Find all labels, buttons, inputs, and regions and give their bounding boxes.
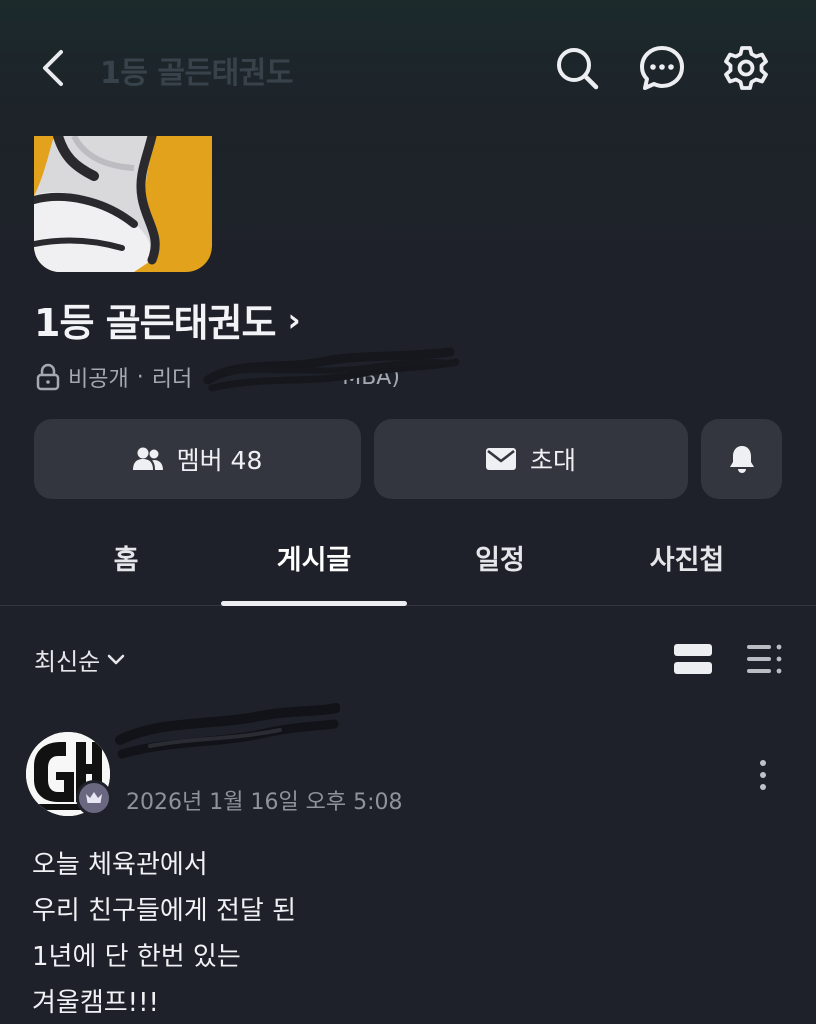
band-cover-image[interactable]: [34, 136, 212, 272]
members-icon: [132, 447, 163, 470]
post-line: 겨울캠프!!!: [32, 988, 159, 1018]
back-button[interactable]: [30, 44, 76, 92]
tab-posts[interactable]: 게시글: [277, 538, 352, 577]
tab-photos[interactable]: 사진첩: [650, 538, 725, 577]
settings-button[interactable]: [722, 44, 770, 92]
mail-icon: [485, 448, 516, 470]
leader-label: 리더: [151, 367, 193, 392]
post-timestamp: 2026년 1월 16일 오후 5:08: [126, 790, 403, 815]
members-label: 멤버 48: [176, 446, 263, 475]
post-line: 1년에 단 한번 있는: [32, 942, 241, 972]
chat-icon: [640, 46, 684, 90]
chat-button[interactable]: [638, 44, 686, 92]
members-button[interactable]: 멤버 48: [34, 419, 361, 499]
privacy-label: 비공개: [68, 367, 129, 392]
author-name-redaction: [115, 703, 340, 759]
invite-button[interactable]: 초대: [374, 419, 688, 499]
sort-dropdown[interactable]: 최신순: [34, 642, 126, 677]
more-options-icon[interactable]: [748, 756, 778, 794]
top-bar-title: 1등 골든태권도: [100, 56, 293, 91]
bell-icon: [729, 446, 754, 473]
band-page: 1등 골든태권도 1등 골든태권도 › 비공개 · 리더 MBA) 멤버 48 …: [0, 0, 816, 1024]
leader-badge: [76, 780, 112, 816]
tab-home[interactable]: 홈: [114, 538, 139, 577]
list-view-icon[interactable]: [747, 642, 783, 676]
crown-icon: [86, 792, 102, 803]
tab-schedule[interactable]: 일정: [475, 538, 525, 577]
notification-button[interactable]: [701, 419, 782, 499]
post-body[interactable]: 오늘 체육관에서 우리 친구들에게 전달 된 1년에 단 한번 있는 겨울캠프!…: [32, 842, 296, 1024]
active-tab-indicator: [221, 601, 407, 606]
back-icon: [43, 50, 63, 86]
post-line: 오늘 체육관에서: [32, 850, 208, 880]
redaction-scribble: [203, 347, 460, 392]
card-view-icon[interactable]: [674, 642, 712, 676]
band-name: 1등 골든태권도: [34, 301, 276, 345]
top-bar: 1등 골든태권도: [0, 0, 816, 136]
settings-icon: [724, 46, 768, 90]
sort-label: 최신순: [34, 648, 101, 676]
chevron-right-icon: ›: [287, 300, 300, 339]
chevron-down-icon: [107, 654, 125, 664]
post-line: 우리 친구들에게 전달 된: [32, 896, 296, 926]
tab-bar: 홈 게시글 일정 사진첩: [0, 520, 816, 606]
search-icon: [557, 48, 599, 90]
invite-label: 초대: [529, 446, 576, 475]
band-name-link[interactable]: 1등 골든태권도 ›: [34, 292, 301, 347]
separator: ·: [136, 364, 144, 390]
search-button[interactable]: [553, 44, 601, 92]
lock-icon: [36, 363, 60, 391]
